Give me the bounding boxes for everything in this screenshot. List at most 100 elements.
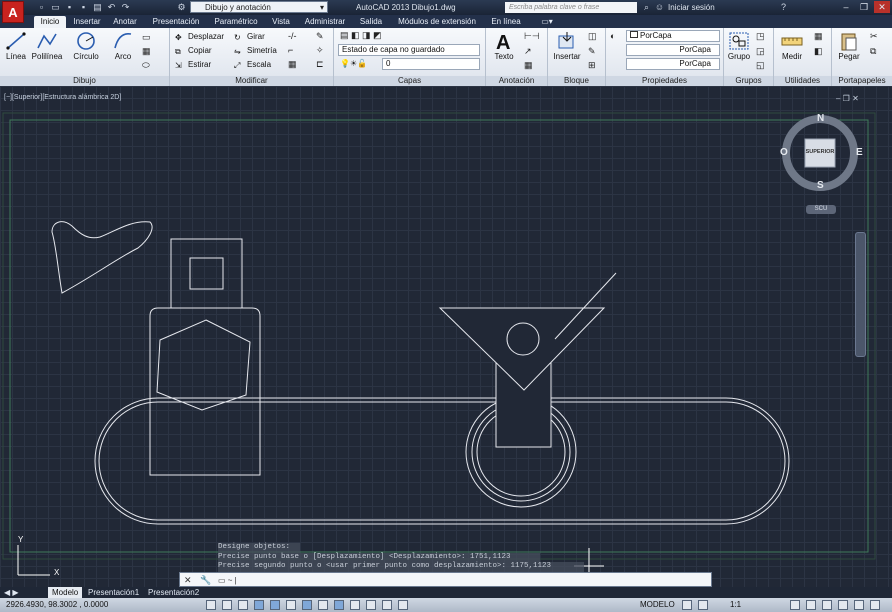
hatch-icon[interactable]: ▦ xyxy=(142,46,151,57)
viewcube-face[interactable]: SUPERIOR xyxy=(805,149,835,155)
mirror-button[interactable]: ⇋ Simetría xyxy=(234,45,277,57)
help-icon[interactable]: ? xyxy=(778,2,789,13)
workspace-switch-icon[interactable] xyxy=(790,600,800,610)
paste-button[interactable]: Pegar xyxy=(834,30,864,61)
vp-minimize-icon[interactable]: – xyxy=(836,94,843,103)
trim-icon[interactable]: -/- xyxy=(288,31,297,41)
insert-button[interactable]: Insertar xyxy=(550,30,584,61)
workspace-gear-icon[interactable]: ⚙ xyxy=(176,2,187,13)
signin-link[interactable]: Iniciar sesión xyxy=(668,3,715,12)
layout-nav-icon[interactable]: ◀ ▶ xyxy=(0,587,23,598)
layer-state-select[interactable]: Estado de capa no guardado xyxy=(338,44,480,56)
tab-salida[interactable]: Salida xyxy=(357,16,385,28)
polar-icon[interactable] xyxy=(254,600,264,610)
compass-n[interactable]: N xyxy=(817,113,824,124)
table-icon[interactable]: ▦ xyxy=(524,60,533,71)
tab-presentacion2[interactable]: Presentación2 xyxy=(144,587,203,598)
erase-icon[interactable]: ✎ xyxy=(316,31,324,42)
fillet-icon[interactable]: ⌐ xyxy=(288,45,293,55)
edit-block-icon[interactable]: ✎ xyxy=(588,46,596,57)
minimize-icon[interactable]: – xyxy=(838,1,854,13)
coordinates-readout[interactable]: 2926.4930, 98.3002 , 0.0000 xyxy=(6,600,108,609)
otrack-icon[interactable] xyxy=(302,600,312,610)
save-as-icon[interactable]: ▪ xyxy=(78,2,89,13)
arc-button[interactable]: Arco xyxy=(108,30,138,61)
close-icon[interactable]: ✕ xyxy=(874,1,890,13)
line-button[interactable]: Línea xyxy=(3,30,29,61)
close-command-icon[interactable]: ✕ xyxy=(184,575,192,586)
compass-e[interactable]: E xyxy=(856,147,863,158)
rectangle-icon[interactable]: ▭ xyxy=(142,32,151,43)
layer-select[interactable]: 0 xyxy=(382,58,480,70)
ducs-icon[interactable] xyxy=(318,600,328,610)
ucs-menu[interactable]: SCU xyxy=(806,205,836,214)
lock-icon[interactable] xyxy=(806,600,816,610)
polyline-button[interactable]: Polilínea xyxy=(30,30,64,61)
dyn-icon[interactable] xyxy=(334,600,344,610)
create-block-icon[interactable]: ◫ xyxy=(588,31,597,42)
scale-button[interactable]: ⤢ Escala xyxy=(234,59,271,71)
snap-icon[interactable] xyxy=(206,600,216,610)
status-menu-icon[interactable] xyxy=(854,600,864,610)
workspace-select[interactable]: Dibujo y anotación ▾ xyxy=(190,1,328,13)
tab-vista[interactable]: Vista xyxy=(268,16,294,28)
leader-icon[interactable]: ↗ xyxy=(524,46,532,57)
quick-view-layouts-icon[interactable] xyxy=(682,600,692,610)
tab-anotar[interactable]: Anotar xyxy=(109,16,141,28)
quick-view-drawings-icon[interactable] xyxy=(698,600,708,610)
navigation-bar[interactable] xyxy=(855,232,866,357)
plot-icon[interactable]: ▤ xyxy=(92,2,103,13)
measure-button[interactable]: Medir xyxy=(776,30,808,61)
open-icon[interactable]: ▭ xyxy=(50,2,61,13)
compass-o[interactable]: O xyxy=(780,147,788,158)
copy-button[interactable]: ⧉ Copiar xyxy=(175,45,212,57)
vp-close-icon[interactable]: ✕ xyxy=(852,94,859,103)
vp-restore-icon[interactable]: ❐ xyxy=(843,94,852,103)
quick-select-icon[interactable]: ◧ xyxy=(814,46,823,57)
explode-icon[interactable]: ✧ xyxy=(316,45,324,56)
tab-modelo[interactable]: Modelo xyxy=(48,587,83,598)
viewport-label[interactable]: [−][Superior][Estructura alámbrica 2D] xyxy=(4,94,121,101)
dimension-icon[interactable]: ⊢⊣ xyxy=(524,31,540,42)
undo-icon[interactable]: ↶ xyxy=(106,2,117,13)
rotate-button[interactable]: ↻ Girar xyxy=(234,31,265,43)
offset-icon[interactable]: ⊏ xyxy=(316,59,324,70)
tab-presentacion1[interactable]: Presentación1 xyxy=(84,587,143,598)
compass-s[interactable]: S xyxy=(817,180,824,191)
layer-properties-icon[interactable]: ▤ ◧ ◨ ◩ xyxy=(340,30,382,41)
ribbon-toggle-icon[interactable]: ▭▾ xyxy=(540,16,554,28)
group-button[interactable]: Grupo xyxy=(725,30,753,61)
linetype-select[interactable]: PorCapa xyxy=(626,44,720,56)
redo-icon[interactable]: ↷ xyxy=(120,2,131,13)
array-icon[interactable]: ▦ xyxy=(288,59,297,70)
viewcube[interactable]: N S E O SUPERIOR xyxy=(778,113,863,197)
cut-icon[interactable]: ✂ xyxy=(870,31,878,42)
grid-icon[interactable] xyxy=(222,600,232,610)
ungroup-icon[interactable]: ◳ xyxy=(756,31,765,42)
quick-properties-icon[interactable] xyxy=(382,600,392,610)
command-input[interactable]: ✕ 🔧 ▭ ~ | xyxy=(179,572,712,587)
tab-presentacion[interactable]: Presentación xyxy=(149,16,203,28)
stretch-button[interactable]: ⇲ Estirar xyxy=(175,59,211,71)
space-indicator[interactable]: MODELO xyxy=(640,600,675,609)
tab-inicio[interactable]: Inicio xyxy=(34,16,66,28)
lineweight-select[interactable]: PorCapa xyxy=(626,58,720,70)
text-button[interactable]: A Texto xyxy=(488,30,520,61)
tab-administrar[interactable]: Administrar xyxy=(300,16,350,28)
calculator-icon[interactable]: ▦ xyxy=(814,31,823,42)
selection-cycling-icon[interactable] xyxy=(398,600,408,610)
copy-clip-icon[interactable]: ⧉ xyxy=(870,46,876,57)
attribute-icon[interactable]: ⊞ xyxy=(588,60,596,71)
isolate-objects-icon[interactable] xyxy=(838,600,848,610)
customize-icon[interactable]: 🔧 xyxy=(200,575,211,586)
user-icon[interactable]: ☺ xyxy=(654,2,665,13)
lineweight-icon[interactable] xyxy=(350,600,360,610)
ellipse-icon[interactable]: ⬭ xyxy=(142,60,150,71)
transparency-icon[interactable] xyxy=(366,600,376,610)
search-icon[interactable]: ⌕ xyxy=(641,2,652,13)
app-logo[interactable]: A xyxy=(2,1,24,23)
group-select-icon[interactable]: ◱ xyxy=(756,60,765,71)
new-icon[interactable]: ▫ xyxy=(36,2,47,13)
search-input[interactable]: Escriba palabra clave o frase xyxy=(505,2,637,13)
move-button[interactable]: ✥ Desplazar xyxy=(175,31,224,43)
